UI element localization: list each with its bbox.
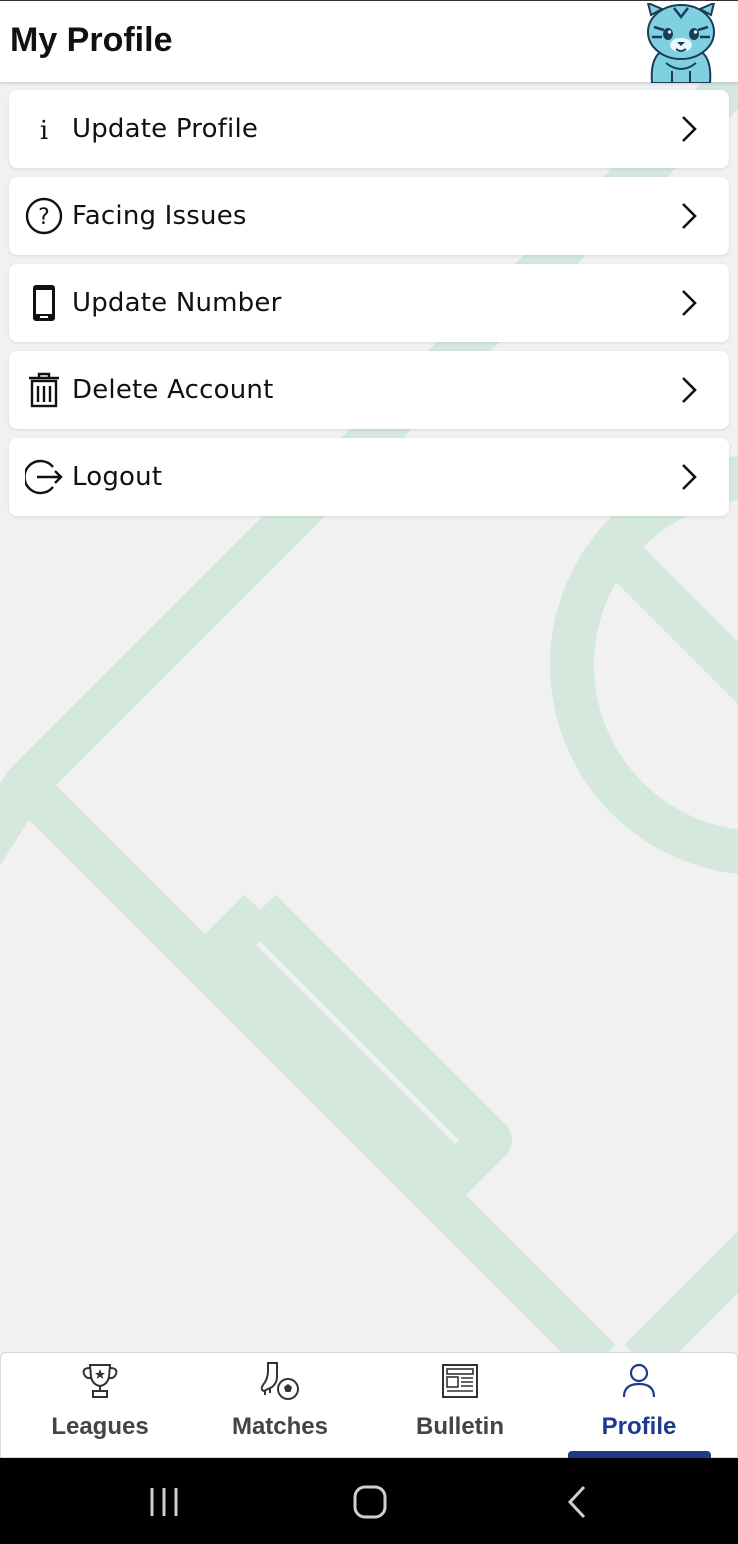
chevron-right-icon — [682, 377, 697, 403]
tab-profile[interactable]: Profile — [549, 1353, 729, 1459]
tab-matches[interactable]: Matches — [190, 1353, 370, 1459]
question-circle-icon: ? — [25, 197, 63, 235]
menu-item-label: Delete Account — [72, 375, 274, 405]
menu-item-label: Update Number — [72, 288, 282, 318]
chevron-right-icon — [682, 116, 697, 142]
menu-item-label: Facing Issues — [72, 201, 247, 231]
chevron-right-icon — [682, 464, 697, 490]
tab-label: Bulletin — [416, 1413, 504, 1440]
facing-issues-item[interactable]: ? Facing Issues — [9, 177, 729, 255]
info-icon: i — [25, 110, 63, 148]
home-icon[interactable] — [350, 1482, 390, 1522]
svg-text:i: i — [40, 116, 48, 144]
tab-bulletin[interactable]: Bulletin — [370, 1353, 550, 1459]
tab-label: Leagues — [51, 1413, 149, 1440]
trophy-icon — [82, 1364, 118, 1398]
back-icon[interactable] — [558, 1482, 598, 1522]
bottom-tab-bar: Leagues Matches Bulletin Profile — [0, 1352, 738, 1459]
update-number-item[interactable]: Update Number — [9, 264, 729, 342]
delete-account-item[interactable]: Delete Account — [9, 351, 729, 429]
tab-label: Matches — [231, 1413, 329, 1440]
logout-icon — [25, 458, 63, 496]
svg-text:?: ? — [38, 205, 50, 230]
system-navigation-bar — [0, 1458, 738, 1544]
profile-menu: i Update Profile ? Facing Issues Update … — [9, 90, 729, 525]
chevron-right-icon — [682, 203, 697, 229]
trash-icon — [25, 371, 63, 409]
chevron-right-icon — [682, 290, 697, 316]
user-icon — [622, 1363, 656, 1398]
logout-item[interactable]: Logout — [9, 438, 729, 516]
app-header: My Profile — [0, 0, 738, 83]
phone-icon — [25, 284, 63, 322]
tab-leagues[interactable]: Leagues — [10, 1353, 190, 1459]
page-title: My Profile — [10, 21, 173, 59]
update-profile-item[interactable]: i Update Profile — [9, 90, 729, 168]
recent-apps-icon[interactable] — [144, 1482, 184, 1522]
tiger-mascot-icon — [646, 3, 716, 83]
menu-item-label: Logout — [72, 462, 163, 492]
menu-item-label: Update Profile — [72, 114, 259, 144]
tab-label: Profile — [601, 1413, 677, 1440]
newspaper-icon — [442, 1364, 478, 1398]
football-boot-icon — [260, 1362, 299, 1400]
